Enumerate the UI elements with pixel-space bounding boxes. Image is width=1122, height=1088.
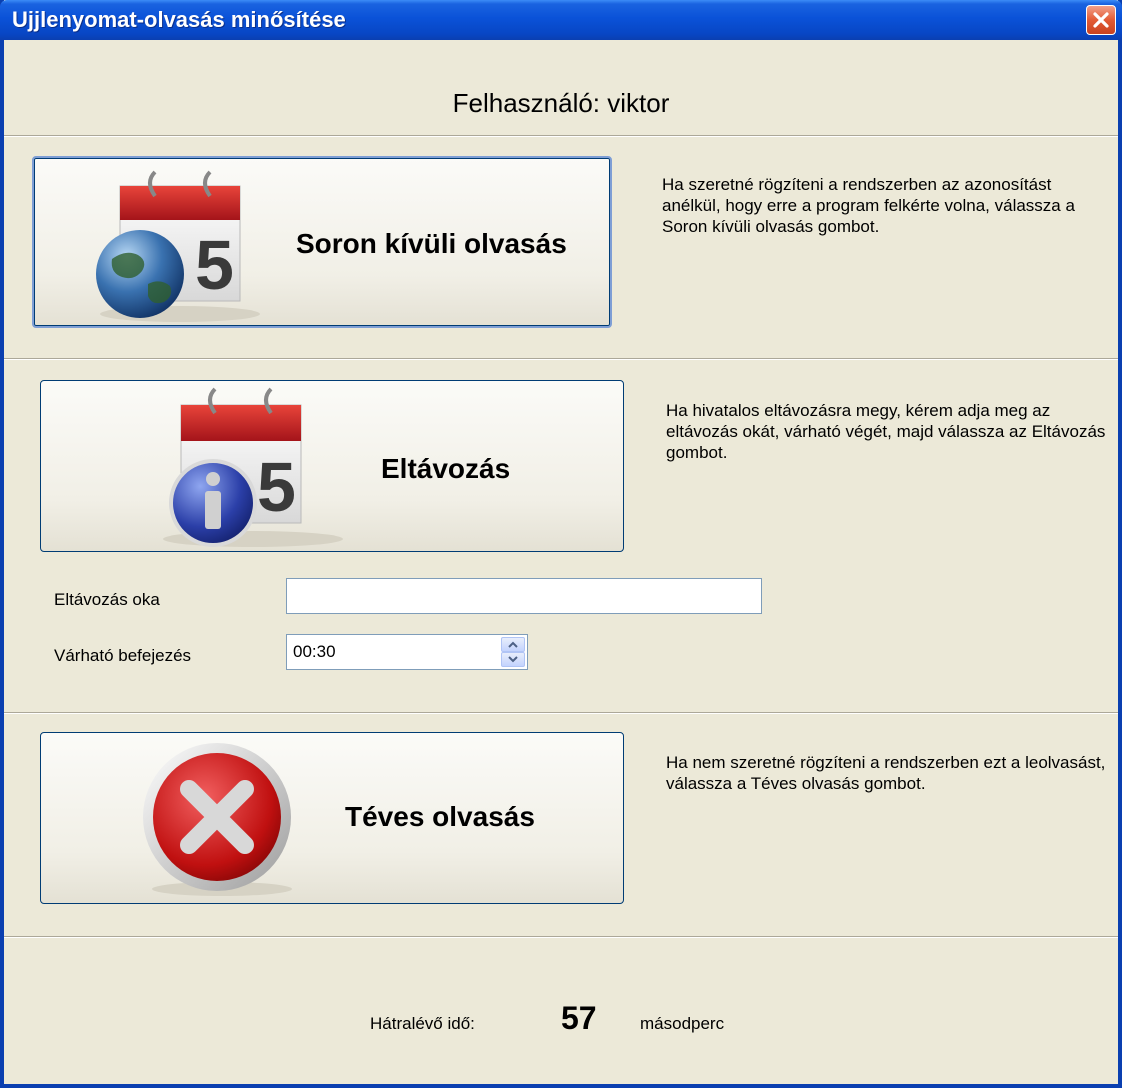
- separator: [4, 135, 1118, 137]
- departure-label: Eltávozás: [381, 453, 511, 484]
- red-x-icon: [143, 743, 292, 896]
- false-read-button[interactable]: Téves olvasás: [40, 732, 624, 904]
- spin-up-button[interactable]: [501, 637, 525, 652]
- close-icon: [1093, 12, 1109, 28]
- window-title: Ujjlenyomat-olvasás minősítése: [12, 7, 346, 32]
- svg-text:5: 5: [195, 226, 234, 304]
- remaining-time-value: 57: [561, 1000, 597, 1036]
- spin-down-button[interactable]: [501, 652, 525, 667]
- false-read-description: Ha nem szeretné rögzíteni a rendszerben …: [666, 753, 1106, 793]
- expected-end-label: Várható befejezés: [54, 646, 192, 665]
- chevron-down-icon: [508, 656, 518, 663]
- close-button[interactable]: [1086, 5, 1116, 35]
- expected-end-spinner: [286, 634, 528, 670]
- departure-reason-input[interactable]: [286, 578, 762, 614]
- title-bar[interactable]: Ujjlenyomat-olvasás minősítése: [0, 0, 1122, 40]
- out-of-turn-read-label: Soron kívüli olvasás: [296, 228, 567, 259]
- departure-button[interactable]: 5 Eltávozás: [40, 380, 624, 552]
- false-read-label: Téves olvasás: [345, 801, 535, 832]
- chevron-up-icon: [508, 641, 518, 648]
- calendar-info-icon: 5: [163, 387, 343, 547]
- departure-reason-label: Eltávozás oka: [54, 590, 160, 609]
- out-of-turn-read-description: Ha szeretné rögzíteni a rendszerben az a…: [662, 175, 1075, 236]
- remaining-time-unit: másodperc: [640, 1014, 725, 1033]
- calendar-globe-icon: 5: [96, 170, 260, 322]
- svg-text:5: 5: [257, 448, 296, 526]
- dialog-window: Ujjlenyomat-olvasás minősítése Felhaszná…: [0, 0, 1122, 1088]
- remaining-time-label: Hátralévő idő:: [370, 1014, 475, 1033]
- out-of-turn-read-button[interactable]: 5 Soron kívüli olvasás: [32, 156, 612, 328]
- expected-end-input[interactable]: [291, 641, 485, 663]
- departure-description: Ha hivatalos eltávozásra megy, kérem adj…: [666, 401, 1106, 462]
- separator: [4, 358, 1118, 360]
- separator: [4, 712, 1118, 714]
- separator: [4, 936, 1118, 938]
- current-user-label: Felhasználó: viktor: [452, 88, 670, 118]
